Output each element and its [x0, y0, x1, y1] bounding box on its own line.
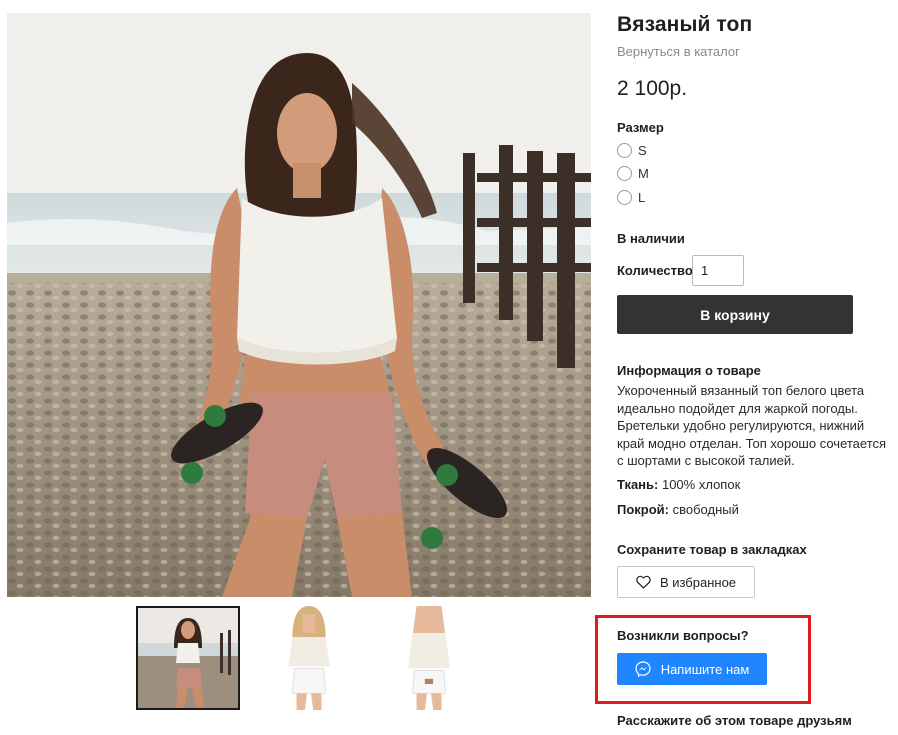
- messenger-icon: [635, 661, 651, 678]
- stock-status: В наличии: [617, 231, 685, 246]
- main-product-photo[interactable]: [7, 13, 591, 597]
- write-to-us-label: Напишите нам: [660, 661, 750, 677]
- thumbnail-3[interactable]: [377, 606, 481, 710]
- size-option-label: M: [638, 166, 649, 181]
- product-price: 2 100р.: [617, 77, 688, 100]
- thumbnail-1-illustration: [138, 608, 238, 708]
- fabric-value: 100% хлопок: [658, 477, 741, 492]
- add-to-cart-button[interactable]: В корзину: [617, 295, 853, 334]
- thumbnail-2-illustration: [257, 606, 361, 710]
- quantity-label: Количество:: [617, 263, 698, 278]
- add-to-favorites-button[interactable]: В избранное: [617, 566, 755, 598]
- thumbnail-1[interactable]: [136, 606, 240, 710]
- bookmarks-title: Сохраните товар в закладках: [617, 542, 807, 557]
- heart-icon: [636, 575, 651, 589]
- size-radio-m[interactable]: [617, 166, 632, 181]
- cut-value: свободный: [669, 502, 739, 517]
- product-description: Укороченный вязанный топ белого цвета ид…: [617, 383, 887, 468]
- thumbnail-3-illustration: [377, 606, 481, 710]
- size-option-l[interactable]: L: [617, 190, 645, 205]
- fabric-spec: Ткань: 100% хлопок: [617, 477, 740, 492]
- size-option-s[interactable]: S: [617, 143, 647, 158]
- size-option-label: L: [638, 190, 646, 205]
- main-photo-illustration: [7, 13, 591, 597]
- size-radio-l[interactable]: [617, 190, 632, 205]
- thumbnail-2[interactable]: [257, 606, 361, 710]
- size-label: Размер: [617, 120, 664, 135]
- size-option-label: S: [638, 143, 647, 158]
- cut-label: Покрой:: [617, 502, 669, 517]
- size-radio-s[interactable]: [617, 143, 632, 158]
- write-to-us-button[interactable]: Напишите нам: [617, 653, 767, 685]
- product-title: Вязаный топ: [617, 13, 753, 36]
- cut-spec: Покрой: свободный: [617, 502, 739, 517]
- product-info-title: Информация о товаре: [617, 363, 761, 378]
- share-title: Расскажите об этом товаре друзьям: [617, 713, 852, 728]
- size-option-m[interactable]: M: [617, 166, 649, 181]
- quantity-input[interactable]: [692, 255, 744, 286]
- fabric-label: Ткань:: [617, 477, 659, 492]
- questions-title: Возникли вопросы?: [617, 628, 749, 643]
- back-to-catalog-link[interactable]: Вернуться в каталог: [617, 44, 740, 59]
- favorites-button-label: В избранное: [659, 574, 737, 590]
